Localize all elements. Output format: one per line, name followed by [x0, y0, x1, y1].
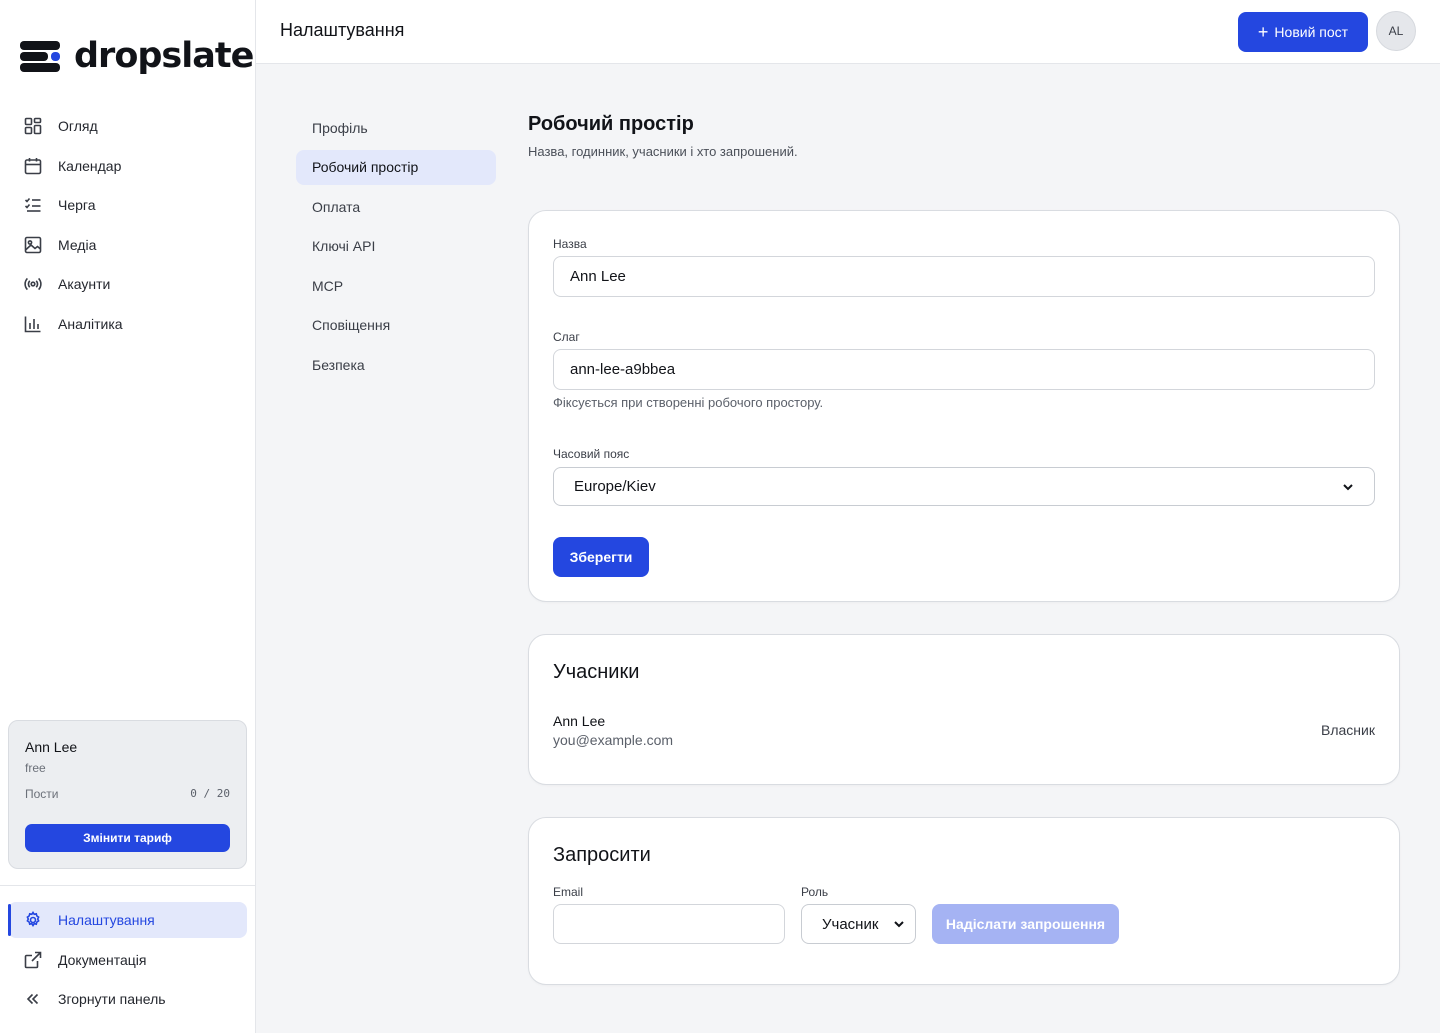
- timezone-value: Europe/Kiev: [574, 478, 656, 495]
- sidebar-item-collapse[interactable]: Згорнути панель: [8, 981, 247, 1017]
- settings-tab-security[interactable]: Безпека: [296, 347, 496, 382]
- page-title: Налаштування: [280, 20, 405, 40]
- gear-icon: [26, 911, 40, 927]
- sidebar-item-label: Налаштування: [58, 912, 155, 928]
- sidebar-item-accounts[interactable]: Акаунти: [8, 266, 247, 302]
- sidebar-item-label: Документація: [58, 951, 147, 968]
- members-card: Учасники Ann Lee you@example.com Власник: [528, 634, 1400, 785]
- bottom-nav: Налаштування Документація Згорнути панел…: [8, 902, 247, 1021]
- sidebar-item-overview[interactable]: Огляд: [8, 108, 247, 144]
- plus-icon: +: [1257, 22, 1269, 42]
- sidebar-item-analytics[interactable]: Аналітика: [8, 306, 247, 342]
- sidebar-item-label: Згорнути панель: [58, 991, 166, 1007]
- section-description: Назва, годинник, учасники і хто запрошен…: [528, 144, 798, 159]
- sidebar-item-media[interactable]: Медіа: [8, 227, 247, 263]
- invite-email-input[interactable]: [553, 904, 785, 944]
- invite-card: Запросити Email Роль Учасник Надіслати з…: [528, 817, 1400, 985]
- sidebar-item-settings[interactable]: Налаштування: [8, 902, 247, 938]
- save-button[interactable]: Зберегти: [553, 537, 649, 577]
- workspace-name-input[interactable]: [553, 256, 1375, 297]
- slug-label: Слаг: [553, 330, 580, 344]
- member-name: Ann Lee: [553, 713, 606, 729]
- send-invite-button[interactable]: Надіслати запрошення: [932, 904, 1119, 944]
- timezone-select[interactable]: Europe/Kiev: [553, 467, 1375, 506]
- section-title: Робочий простір: [528, 113, 694, 135]
- calendar-icon: [24, 157, 42, 174]
- brand-logo[interactable]: dropslate: [20, 36, 254, 76]
- change-plan-button[interactable]: Змінити тариф: [25, 824, 230, 852]
- broadcast-icon: [24, 277, 42, 291]
- new-post-button[interactable]: + Новий пост: [1238, 12, 1368, 52]
- external-link-icon: [24, 951, 42, 968]
- settings-tab-workspace[interactable]: Робочий простір: [296, 149, 496, 185]
- settings-tab-notifications[interactable]: Сповіщення: [296, 308, 496, 343]
- brand-name: dropslate: [74, 36, 254, 76]
- sidebar: dropslate Огляд Календар Черга Медіа Ака…: [0, 0, 256, 1033]
- plan-posts-label: Пости: [25, 787, 59, 801]
- invite-role-select[interactable]: Учасник: [801, 904, 916, 944]
- logo-icon: [20, 38, 60, 74]
- members-title: Учасники: [553, 661, 640, 683]
- sidebar-item-label: Аналітика: [58, 315, 123, 332]
- invite-email-label: Email: [553, 885, 584, 899]
- grid-icon: [24, 117, 42, 135]
- slug-hint: Фіксується при створенні робочого просто…: [553, 395, 824, 410]
- workspace-slug-input[interactable]: [553, 349, 1375, 390]
- sidebar-item-label: Черга: [58, 197, 96, 213]
- sidebar-item-docs[interactable]: Документація: [8, 942, 247, 978]
- workspace-card: Назва Слаг Фіксується при створенні робо…: [528, 210, 1400, 602]
- plan-user-name: Ann Lee: [25, 739, 78, 755]
- settings-tab-billing[interactable]: Оплата: [296, 189, 496, 224]
- sidebar-item-calendar[interactable]: Календар: [8, 148, 247, 184]
- member-email: you@example.com: [553, 732, 674, 748]
- plan-posts-count: 0 / 20: [190, 787, 230, 800]
- name-label: Назва: [553, 237, 587, 251]
- new-post-label: Новий пост: [1274, 24, 1349, 40]
- sidebar-item-label: Медіа: [58, 236, 97, 253]
- sidebar-item-label: Календар: [58, 157, 122, 174]
- main-nav: Огляд Календар Черга Медіа Акаунти Аналі…: [8, 108, 247, 345]
- avatar[interactable]: AL: [1376, 11, 1416, 51]
- plan-tier: free: [25, 761, 46, 775]
- sidebar-divider: [0, 885, 255, 886]
- invite-role-label: Роль: [801, 885, 829, 899]
- bar-chart-icon: [24, 316, 41, 332]
- chevron-down-icon: [1343, 483, 1353, 490]
- topbar: Налаштування + Новий пост AL: [256, 0, 1440, 64]
- plan-card: Ann Lee free Пости 0 / 20 Змінити тариф: [8, 720, 247, 869]
- chevrons-left-icon: [26, 993, 39, 1005]
- plan-usage-row: Пости 0 / 20: [25, 787, 230, 801]
- invite-title: Запросити: [553, 844, 651, 866]
- sidebar-item-queue[interactable]: Черга: [8, 187, 247, 223]
- timezone-label: Часовий пояс: [553, 447, 630, 461]
- sidebar-item-label: Акаунти: [58, 276, 111, 292]
- sidebar-item-label: Огляд: [58, 118, 98, 134]
- image-icon: [24, 236, 42, 253]
- settings-tab-profile[interactable]: Профіль: [296, 110, 496, 145]
- settings-tab-api-keys[interactable]: Ключі API: [296, 229, 496, 264]
- settings-tab-mcp[interactable]: MCP: [296, 268, 496, 303]
- member-role: Власник: [1321, 722, 1375, 738]
- chevron-down-icon: [894, 921, 904, 928]
- settings-nav: Профіль Робочий простір Оплата Ключі API…: [296, 110, 496, 387]
- invite-role-value: Учасник: [822, 915, 879, 933]
- checklist-icon: [24, 197, 41, 212]
